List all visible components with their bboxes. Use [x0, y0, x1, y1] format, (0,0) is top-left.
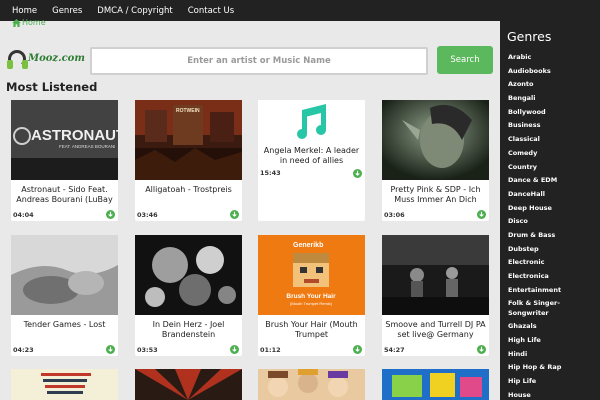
genre-item[interactable]: Electronica: [508, 271, 598, 285]
track-card[interactable]: In Dein Herz - Joel Brandenstein 03:53: [135, 235, 242, 356]
track-thumbnail: ROTWEIN: [135, 100, 242, 180]
track-card[interactable]: Pretty Pink & SDP - Ich Muss Immer An Di…: [382, 100, 489, 221]
genre-item[interactable]: Business: [508, 120, 598, 134]
track-title[interactable]: In Dein Herz - Joel Brandenstein: [137, 320, 240, 340]
genres-sidebar: Genres Arabic Audiobooks Azonto Bengali …: [500, 21, 600, 400]
track-duration: 03:53: [137, 346, 158, 354]
genre-item[interactable]: Dubstep: [508, 244, 598, 258]
cloud-download-icon[interactable]: [353, 169, 362, 178]
track-title[interactable]: Angela Merkel: A leader in need of allie…: [260, 146, 363, 166]
genre-item[interactable]: Hip Hop & Rap: [508, 362, 598, 376]
home-icon: [12, 18, 21, 27]
cloud-download-icon[interactable]: [477, 345, 486, 354]
sidebar-title: Genres: [507, 29, 552, 44]
genre-item[interactable]: Ghazals: [508, 321, 598, 335]
genre-item[interactable]: Bollywood: [508, 107, 598, 121]
nav-dmca[interactable]: DMCA / Copyright: [97, 6, 172, 16]
genre-item[interactable]: Classical: [508, 134, 598, 148]
track-title[interactable]: Smoove and Turrell DJ PA set live@ Germa…: [384, 320, 487, 340]
genre-item[interactable]: DanceHall: [508, 189, 598, 203]
genre-item[interactable]: Comedy: [508, 148, 598, 162]
genre-item[interactable]: Disco: [508, 216, 598, 230]
genre-item[interactable]: Drum & Bass: [508, 230, 598, 244]
logo-text: Mooz.com: [28, 53, 85, 64]
track-title[interactable]: Pretty Pink & SDP - Ich Muss Immer An Di…: [384, 185, 487, 205]
track-card[interactable]: [135, 369, 242, 400]
track-card[interactable]: Tender Games - Lost 04:23: [11, 235, 118, 356]
search-placeholder: Enter an artist or Music Name: [187, 56, 331, 66]
section-title: Most Listened: [6, 80, 98, 94]
genre-item[interactable]: Dance & EDM: [508, 175, 598, 189]
track-card[interactable]: [11, 369, 118, 400]
track-thumbnail: [11, 369, 118, 400]
track-duration: 04:23: [13, 346, 34, 354]
genre-item[interactable]: Hindi: [508, 349, 598, 363]
track-duration: 15:43: [260, 169, 281, 177]
genre-item[interactable]: Entertainment: [508, 285, 598, 299]
cloud-download-icon[interactable]: [106, 210, 115, 219]
track-thumbnail: [382, 100, 489, 180]
track-card[interactable]: ROTWEIN Alligatoah - Trostpreis 03:46: [135, 100, 242, 221]
nav-contact[interactable]: Contact Us: [188, 6, 234, 16]
track-title[interactable]: Brush Your Hair (Mouth Trumpet: [260, 320, 363, 340]
track-duration: 03:46: [137, 211, 158, 219]
track-duration: 03:06: [384, 211, 405, 219]
music-note-icon: [258, 100, 365, 144]
site-logo[interactable]: Mooz.com: [7, 48, 85, 70]
astronaut-thumb-sub: FEAT. ANDREAS BOURANI: [59, 144, 115, 149]
track-thumbnail: [258, 369, 365, 400]
track-card[interactable]: Angela Merkel: A leader in need of allie…: [258, 100, 365, 221]
track-title[interactable]: Astronaut - Sido Feat. Andreas Bourani (…: [13, 185, 116, 205]
cloud-download-icon[interactable]: [230, 210, 239, 219]
alligatoah-thumb-sign: ROTWEIN: [176, 108, 200, 114]
track-card[interactable]: ASTRONAUT FEAT. ANDREAS BOURANI Astronau…: [11, 100, 118, 221]
brush-thumb-sub: (Mouth Trumpet Remix): [290, 301, 333, 306]
track-card[interactable]: [258, 369, 365, 400]
breadcrumb-home-link[interactable]: Home: [22, 18, 46, 27]
genre-item[interactable]: High Life: [508, 335, 598, 349]
track-duration: 54:27: [384, 346, 405, 354]
track-title[interactable]: Alligatoah - Trostpreis: [137, 185, 240, 195]
nav-home[interactable]: Home: [12, 6, 37, 16]
cloud-download-icon[interactable]: [477, 210, 486, 219]
track-card[interactable]: [382, 369, 489, 400]
track-thumbnail: ASTRONAUT FEAT. ANDREAS BOURANI: [11, 100, 118, 180]
cloud-download-icon[interactable]: [353, 345, 362, 354]
track-duration: 04:04: [13, 211, 34, 219]
track-duration: 01:12: [260, 346, 281, 354]
search-button[interactable]: Search: [437, 46, 493, 74]
genre-item[interactable]: Hip Life: [508, 376, 598, 390]
nav-genres[interactable]: Genres: [52, 6, 82, 16]
genre-item[interactable]: Bengali: [508, 93, 598, 107]
track-thumbnail: [258, 100, 365, 144]
genre-item[interactable]: House: [508, 390, 598, 400]
genre-item[interactable]: Deep House: [508, 203, 598, 217]
genre-item[interactable]: Arabic: [508, 52, 598, 66]
track-thumbnail: [382, 369, 489, 400]
brush-thumb-text: Brush Your Hair: [286, 293, 336, 300]
breadcrumb: Home: [12, 18, 46, 27]
track-card[interactable]: Generikb Brush Your Hair (Mouth Trumpet …: [258, 235, 365, 356]
track-title[interactable]: Tender Games - Lost: [13, 320, 116, 330]
genre-item[interactable]: Audiobooks: [508, 66, 598, 80]
track-card[interactable]: Smoove and Turrell DJ PA set live@ Germa…: [382, 235, 489, 356]
genre-item[interactable]: Folk & Singer-Songwriter: [508, 298, 598, 321]
track-thumbnail: [135, 369, 242, 400]
cloud-download-icon[interactable]: [230, 345, 239, 354]
track-thumbnail: [382, 235, 489, 315]
cloud-download-icon[interactable]: [106, 345, 115, 354]
genre-item[interactable]: Country: [508, 162, 598, 176]
track-thumbnail: [135, 235, 242, 315]
search-input[interactable]: Enter an artist or Music Name: [90, 47, 428, 75]
track-thumbnail: [11, 235, 118, 315]
top-nav: Home Genres DMCA / Copyright Contact Us: [0, 0, 600, 21]
genre-item[interactable]: Electronic: [508, 257, 598, 271]
genre-item[interactable]: Azonto: [508, 79, 598, 93]
track-thumbnail: Generikb Brush Your Hair (Mouth Trumpet …: [258, 235, 365, 315]
astronaut-thumb-text: ASTRONAUT: [31, 127, 118, 144]
genre-list: Arabic Audiobooks Azonto Bengali Bollywo…: [508, 52, 598, 400]
generik-thumb-text: Generikb: [293, 242, 323, 249]
